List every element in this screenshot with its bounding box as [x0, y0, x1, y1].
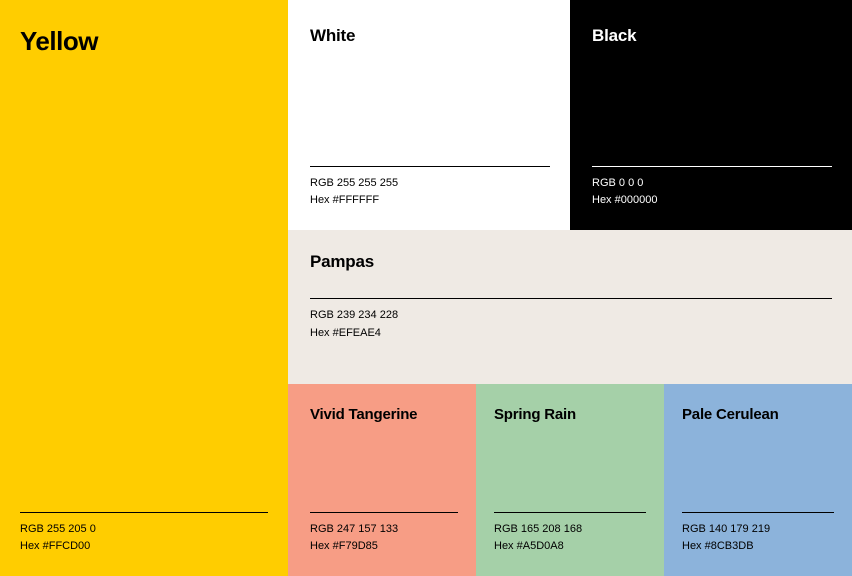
swatch-hex: Hex #F79D85	[310, 538, 458, 556]
swatch-name: Yellow	[20, 26, 268, 57]
swatch-info: RGB 0 0 0 Hex #000000	[592, 166, 832, 210]
swatch-white: White RGB 255 255 255 Hex #FFFFFF	[288, 0, 570, 230]
swatch-pale-cerulean: Pale Cerulean RGB 140 179 219 Hex #8CB3D…	[664, 384, 852, 576]
swatch-name: Pale Cerulean	[682, 406, 834, 423]
color-palette: Yellow RGB 255 205 0 Hex #FFCD00 White R…	[0, 0, 852, 576]
swatch-rgb: RGB 239 234 228	[310, 307, 832, 325]
swatch-name: Pampas	[310, 252, 832, 272]
row-accents: Vivid Tangerine RGB 247 157 133 Hex #F79…	[288, 384, 852, 576]
swatch-vivid-tangerine: Vivid Tangerine RGB 247 157 133 Hex #F79…	[288, 384, 476, 576]
swatch-spring-rain: Spring Rain RGB 165 208 168 Hex #A5D0A8	[476, 384, 664, 576]
swatch-name: Spring Rain	[494, 406, 646, 423]
swatch-black: Black RGB 0 0 0 Hex #000000	[570, 0, 852, 230]
swatch-info: RGB 247 157 133 Hex #F79D85	[310, 512, 458, 556]
divider	[310, 298, 832, 299]
swatch-rgb: RGB 165 208 168	[494, 521, 646, 539]
divider	[310, 512, 458, 513]
swatch-hex: Hex #8CB3DB	[682, 538, 834, 556]
swatch-hex: Hex #A5D0A8	[494, 538, 646, 556]
swatch-hex: Hex #000000	[592, 192, 832, 210]
divider	[592, 166, 832, 167]
swatch-info: RGB 255 255 255 Hex #FFFFFF	[310, 166, 550, 210]
swatch-rgb: RGB 255 255 255	[310, 175, 550, 193]
swatch-hex: Hex #FFCD00	[20, 538, 268, 556]
swatch-hex: Hex #EFEAE4	[310, 325, 832, 343]
right-grid: White RGB 255 255 255 Hex #FFFFFF Black …	[288, 0, 852, 576]
swatch-rgb: RGB 247 157 133	[310, 521, 458, 539]
swatch-rgb: RGB 140 179 219	[682, 521, 834, 539]
swatch-hex: Hex #FFFFFF	[310, 192, 550, 210]
swatch-info: RGB 140 179 219 Hex #8CB3DB	[682, 512, 834, 556]
swatch-yellow: Yellow RGB 255 205 0 Hex #FFCD00	[0, 0, 288, 576]
divider	[494, 512, 646, 513]
row-white-black: White RGB 255 255 255 Hex #FFFFFF Black …	[288, 0, 852, 230]
swatch-info: RGB 165 208 168 Hex #A5D0A8	[494, 512, 646, 556]
swatch-pampas: Pampas RGB 239 234 228 Hex #EFEAE4	[288, 230, 852, 384]
divider	[682, 512, 834, 513]
swatch-name: Black	[592, 26, 832, 46]
swatch-info: RGB 255 205 0 Hex #FFCD00	[20, 512, 268, 556]
divider	[20, 512, 268, 513]
swatch-name: White	[310, 26, 550, 46]
swatch-rgb: RGB 0 0 0	[592, 175, 832, 193]
swatch-rgb: RGB 255 205 0	[20, 521, 268, 539]
swatch-name: Vivid Tangerine	[310, 406, 458, 423]
divider	[310, 166, 550, 167]
